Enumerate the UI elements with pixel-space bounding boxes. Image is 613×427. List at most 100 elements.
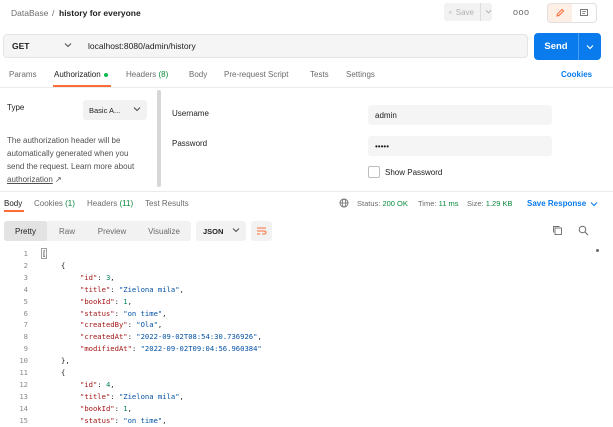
response-tab-headers[interactable]: Headers (11) — [87, 199, 133, 208]
size-value: 1.29 KB — [485, 199, 513, 208]
response-tab-cookies[interactable]: Cookies (1) — [34, 199, 75, 208]
code-line: 8 "createdAt": "2022-09-02T08:54:30.73692… — [0, 331, 600, 343]
send-button-label: Send — [544, 41, 568, 52]
tab-tests[interactable]: Tests — [310, 70, 329, 79]
status-label: Status: — [357, 199, 381, 208]
panel-scrollbar[interactable] — [157, 90, 161, 187]
show-password-checkbox[interactable] — [368, 166, 380, 178]
code-line: 7 "createdBy": "Ola", — [0, 319, 600, 331]
chevron-down-icon — [232, 226, 240, 236]
send-button[interactable]: Send — [534, 33, 601, 60]
authorization-docs-link[interactable]: authorization — [7, 175, 53, 184]
code-line: 6 "status": "on time", — [0, 308, 600, 320]
auth-description: The authorization header will be automat… — [7, 134, 152, 186]
code-line: 15 "status": "on time", — [0, 415, 600, 427]
auth-description-line: send the request. Learn more about — [7, 162, 135, 171]
url-input[interactable]: localhost:8080/admin/history — [80, 34, 528, 58]
copy-icon[interactable] — [552, 225, 563, 238]
response-tab-test-results[interactable]: Test Results — [145, 199, 189, 208]
code-line: 4 "title": "Zielona mila", — [0, 284, 600, 296]
view-visualize[interactable]: Visualize — [137, 221, 191, 241]
code-text: "createdBy": "Ola", — [80, 320, 163, 330]
code-line: 14 "bookId": 1, — [0, 403, 600, 415]
tab-authorization[interactable]: Authorization — [54, 70, 108, 79]
time-value: 11 ms — [438, 199, 459, 208]
username-input[interactable]: admin — [368, 105, 552, 125]
more-options-icon[interactable]: ooo — [513, 7, 530, 17]
tab-headers-count: (8) — [158, 70, 169, 79]
chevron-down-icon[interactable] — [480, 3, 492, 21]
method-value: GET — [12, 41, 30, 51]
active-dot-icon — [103, 72, 108, 77]
chevron-down-icon — [133, 105, 141, 115]
code-text: "createdAt": "2022-09-02T08:54:30.736926… — [80, 332, 262, 342]
globe-icon[interactable] — [339, 198, 349, 210]
wrap-lines-icon[interactable] — [251, 221, 272, 241]
line-number: 8 — [23, 332, 28, 342]
line-number: 6 — [23, 308, 28, 318]
response-status[interactable]: Status: 200 OK — [357, 199, 408, 208]
breadcrumb-separator: / — [52, 8, 55, 18]
tab-body[interactable]: Body — [189, 70, 207, 79]
edit-icon[interactable] — [548, 4, 572, 22]
line-number: 14 — [19, 403, 28, 413]
chevron-down-icon[interactable] — [579, 43, 601, 51]
line-number: 11 — [19, 368, 28, 377]
view-pretty[interactable]: Pretty — [4, 221, 47, 241]
username-value: admin — [375, 110, 397, 120]
line-number: 15 — [19, 415, 28, 425]
line-number: 10 — [19, 356, 28, 366]
line-number: 2 — [23, 260, 28, 270]
password-input[interactable]: ••••• — [368, 136, 552, 156]
show-password-label[interactable]: Show Password — [385, 168, 442, 177]
url-value: localhost:8080/admin/history — [88, 41, 196, 51]
response-size[interactable]: Size: 1.29 KB — [467, 199, 512, 208]
username-label: Username — [172, 109, 209, 118]
password-value: ••••• — [375, 141, 390, 151]
tab-headers[interactable]: Headers (8) — [126, 70, 168, 79]
view-preview[interactable]: Preview — [87, 221, 137, 241]
code-text: "title": "Zielona mila", — [80, 391, 184, 401]
breadcrumb-collection[interactable]: DataBase — [11, 8, 48, 18]
search-icon[interactable] — [578, 225, 589, 238]
line-number: 5 — [23, 296, 28, 306]
auth-type-select[interactable]: Basic A... — [83, 100, 147, 120]
format-select[interactable]: JSON — [196, 221, 246, 241]
save-response-label: Save Response — [527, 199, 587, 208]
code-line: 13 "title": "Zielona mila", — [0, 391, 600, 403]
cookies-link[interactable]: Cookies — [561, 70, 592, 79]
format-value: JSON — [203, 226, 224, 236]
response-time[interactable]: Time: 11 ms — [418, 199, 458, 208]
line-number: 1 — [23, 249, 28, 258]
chevron-down-icon — [590, 202, 598, 207]
auth-type-label: Type — [7, 103, 25, 112]
tab-settings[interactable]: Settings — [346, 70, 375, 79]
line-number: 9 — [23, 344, 28, 354]
code-text: "status": "on time", — [80, 415, 167, 425]
auth-description-line: automatically generated when you — [7, 149, 129, 158]
view-raw[interactable]: Raw — [47, 221, 87, 241]
save-button[interactable]: Save — [444, 3, 492, 21]
tab-prerequest-script[interactable]: Pre-request Script — [224, 70, 288, 79]
code-text: "bookId": 1, — [80, 296, 132, 306]
request-title[interactable]: history for everyone — [59, 8, 141, 18]
external-link-icon: ↗ — [55, 175, 62, 184]
tab-params[interactable]: Params — [9, 70, 37, 79]
tab-authorization-label: Authorization — [54, 70, 101, 79]
save-response-button[interactable]: Save Response — [527, 199, 598, 208]
comment-icon[interactable] — [572, 4, 596, 22]
auth-description-line: The authorization header will be — [7, 136, 121, 145]
response-tab-body[interactable]: Body — [4, 199, 22, 208]
save-button-label: Save — [455, 7, 474, 17]
code-text: "status": "on time", — [80, 308, 167, 318]
line-number: 13 — [19, 391, 28, 401]
response-view-switcher: Pretty Raw Preview Visualize — [4, 221, 191, 241]
response-tab-cookies-label: Cookies — [34, 199, 63, 208]
active-tab-indicator — [4, 210, 24, 212]
divider — [0, 191, 613, 192]
save-icon — [449, 10, 452, 14]
code-text: "title": "Zielona mila", — [80, 284, 184, 294]
method-select[interactable]: GET — [3, 34, 81, 58]
line-number: 4 — [23, 284, 28, 294]
divider — [0, 87, 613, 88]
